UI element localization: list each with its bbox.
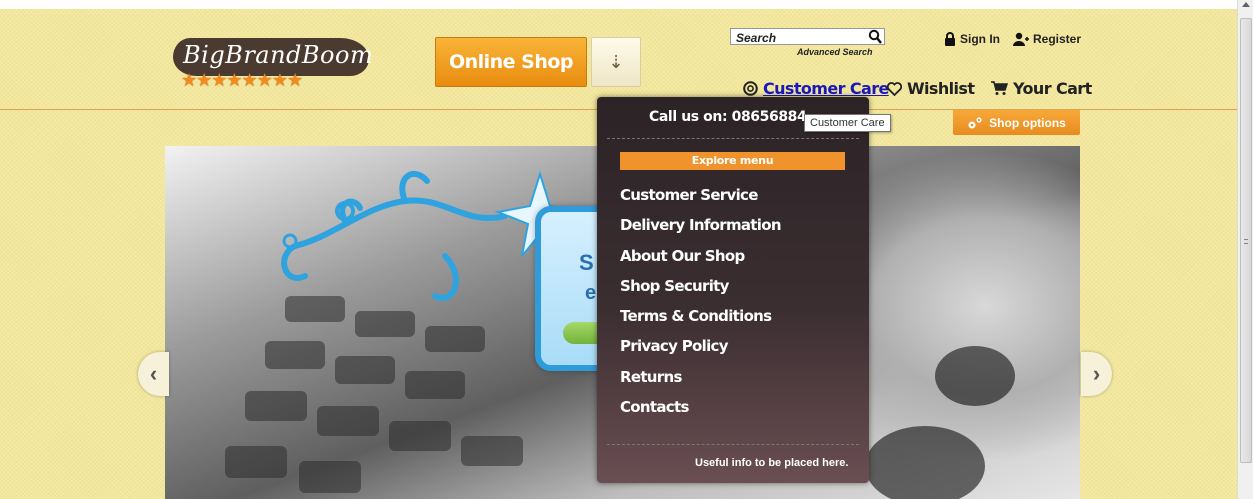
shop-dropdown-button[interactable]: ⇣ bbox=[591, 37, 641, 87]
customer-care-link[interactable]: Customer Care bbox=[743, 79, 889, 98]
wishlist-label: Wishlist bbox=[907, 79, 975, 98]
heart-icon bbox=[887, 81, 902, 96]
scrollbar-grip-icon bbox=[1244, 239, 1248, 244]
call-us-text: Call us on: 08656884 bbox=[649, 109, 807, 125]
cart-link[interactable]: Your Cart bbox=[991, 79, 1092, 98]
banner-prev-button[interactable]: ‹ bbox=[138, 352, 169, 396]
register-label: Register bbox=[1033, 32, 1082, 46]
search-icon[interactable] bbox=[868, 29, 882, 44]
scrollbar-thumb[interactable] bbox=[1240, 18, 1252, 463]
menu-item-contacts[interactable]: Contacts bbox=[620, 396, 781, 426]
dropdown-divider bbox=[607, 138, 859, 139]
advanced-search-link[interactable]: Advanced Search bbox=[797, 47, 873, 57]
shop-options-label: Shop options bbox=[989, 115, 1066, 130]
search-box bbox=[730, 28, 885, 46]
lifebuoy-icon bbox=[743, 81, 758, 96]
menu-item-delivery-information[interactable]: Delivery Information bbox=[620, 214, 781, 244]
logo-stars: ★★★★★★★★ bbox=[181, 70, 303, 90]
cart-icon bbox=[991, 81, 1008, 95]
chevron-right-icon: › bbox=[1092, 361, 1101, 386]
online-shop-button[interactable]: Online Shop bbox=[435, 37, 587, 87]
menu-item-about-our-shop[interactable]: About Our Shop bbox=[620, 245, 781, 275]
lock-icon bbox=[945, 32, 955, 46]
register-link[interactable]: Register bbox=[1013, 32, 1081, 46]
menu-item-terms-conditions[interactable]: Terms & Conditions bbox=[620, 305, 781, 335]
customer-care-label: Customer Care bbox=[763, 79, 889, 98]
banner-next-button[interactable]: › bbox=[1081, 352, 1112, 396]
chevron-left-icon: ‹ bbox=[149, 361, 158, 386]
cart-label: Your Cart bbox=[1013, 79, 1092, 98]
shop-options-button[interactable]: Shop options bbox=[953, 110, 1080, 135]
gears-icon bbox=[968, 116, 982, 128]
scroll-up-arrow-icon[interactable] bbox=[1242, 2, 1250, 7]
menu-item-shop-security[interactable]: Shop Security bbox=[620, 275, 781, 305]
explore-menu-header: Explore menu bbox=[620, 152, 845, 170]
menu-item-privacy-policy[interactable]: Privacy Policy bbox=[620, 335, 781, 365]
explore-menu-list: Customer Service Delivery Information Ab… bbox=[620, 184, 781, 426]
menu-item-returns[interactable]: Returns bbox=[620, 366, 781, 396]
menu-item-customer-service[interactable]: Customer Service bbox=[620, 184, 781, 214]
sign-in-label: Sign In bbox=[960, 32, 1000, 46]
banner-card-text: S bbox=[579, 250, 594, 275]
arrow-down-icon: ⇣ bbox=[608, 51, 624, 72]
browser-top-strip bbox=[0, 0, 1237, 9]
add-user-icon bbox=[1013, 32, 1029, 46]
logo-text: BigBrandBoom bbox=[183, 41, 374, 69]
search-input[interactable] bbox=[731, 30, 861, 46]
dropdown-footer-text: Useful info to be placed here. bbox=[695, 457, 849, 469]
vertical-scrollbar[interactable] bbox=[1237, 0, 1253, 499]
customer-care-dropdown: Call us on: 08656884 Explore menu Custom… bbox=[597, 97, 869, 483]
sign-in-link[interactable]: Sign In bbox=[944, 32, 1000, 46]
site-logo[interactable]: BigBrandBoom ★★★★★★★★ bbox=[173, 34, 373, 90]
customer-care-tooltip: Customer Care bbox=[804, 114, 891, 132]
wishlist-link[interactable]: Wishlist bbox=[887, 79, 975, 98]
dropdown-divider-bottom bbox=[607, 444, 859, 445]
